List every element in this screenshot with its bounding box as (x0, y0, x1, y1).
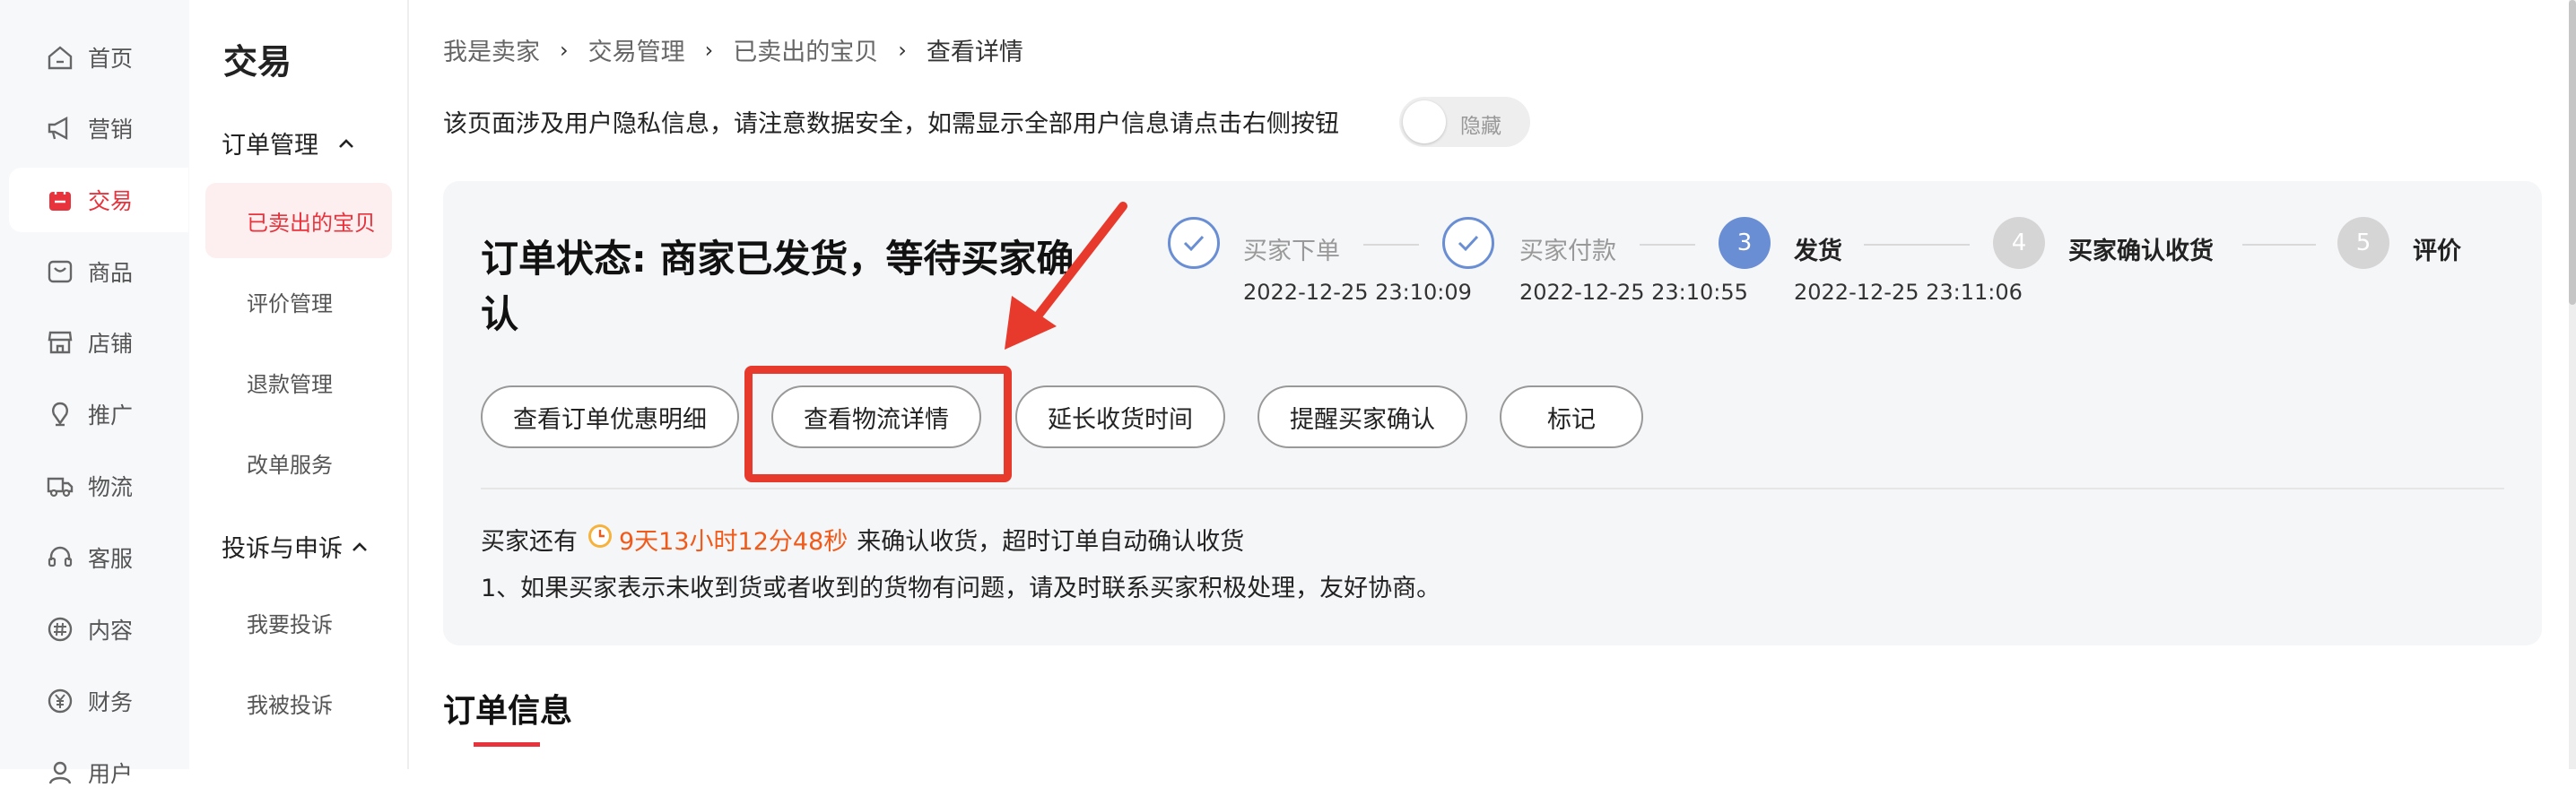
breadcrumb-item[interactable]: 已卖出的宝贝 (733, 32, 878, 67)
sub-item-reviews[interactable]: 评价管理 (205, 264, 392, 339)
step-connector (2242, 244, 2316, 246)
card-divider (481, 488, 2504, 489)
nav-item-finance[interactable]: 财务 (9, 669, 188, 733)
group-label: 投诉与申诉 (222, 535, 343, 563)
step-1-label: 买家下单 (1243, 238, 1340, 265)
nav-label: 用户 (88, 761, 134, 787)
step-1-time: 2022-12-25 23:10:09 (1243, 280, 1472, 305)
mark-button[interactable]: 标记 (1500, 385, 1643, 448)
main-sidebar: 首页 营销 交易 商品 店铺 推广 物流 客服 内容 财务 用户 (0, 0, 189, 787)
breadcrumb: 我是卖家 › 交易管理 › 已卖出的宝贝 › 查看详情 (443, 32, 1023, 67)
countdown-suffix: 来确认收货，超时订单自动确认收货 (857, 528, 1245, 556)
sub-item-received-complaint[interactable]: 我被投诉 (205, 665, 392, 740)
extend-receipt-time-button[interactable]: 延长收货时间 (1015, 385, 1225, 448)
sub-item-order-change[interactable]: 改单服务 (205, 425, 392, 500)
nav-label: 交易 (88, 188, 134, 214)
sub-item-file-complaint[interactable]: 我要投诉 (205, 584, 392, 660)
step-2-check-icon (1442, 217, 1494, 269)
countdown-time: 9天13小时12分48秒 (619, 528, 849, 556)
nav-item-service[interactable]: 客服 (9, 525, 188, 590)
nav-item-content[interactable]: 内容 (9, 597, 188, 662)
nav-item-user[interactable]: 用户 (9, 740, 188, 805)
step-2-label: 买家付款 (1519, 238, 1616, 265)
confirm-countdown: 买家还有 9天13小时12分48秒 来确认收货，超时订单自动确认收货 (481, 522, 1244, 557)
step-connector (1640, 244, 1695, 246)
breadcrumb-item[interactable]: 我是卖家 (443, 32, 540, 67)
nav-item-logistics[interactable]: 物流 (9, 454, 188, 518)
nav-label: 首页 (88, 46, 134, 72)
nav-label: 物流 (88, 474, 134, 500)
countdown-prefix: 买家还有 (481, 528, 578, 556)
nav-label: 客服 (88, 546, 134, 572)
section-underline (474, 742, 540, 747)
nav-label: 营销 (88, 117, 134, 143)
chevron-up-icon (352, 535, 368, 558)
step-3-label: 发货 (1794, 238, 1842, 265)
chevron-right-icon: › (560, 37, 569, 63)
sub-sidebar-title: 交易 (223, 42, 292, 82)
user-icon (45, 757, 75, 788)
nav-item-marketing[interactable]: 营销 (9, 96, 188, 160)
step-5-number: 5 (2337, 217, 2389, 269)
remind-buyer-button[interactable]: 提醒买家确认 (1258, 385, 1467, 448)
home-icon (45, 42, 75, 73)
highlight-box (744, 366, 1012, 482)
trade-icon (45, 185, 75, 215)
group-order-management[interactable]: 订单管理 (222, 126, 354, 160)
sub-item-sold-items[interactable]: 已卖出的宝贝 (205, 183, 392, 258)
step-1-check-icon (1168, 217, 1220, 269)
group-complaints[interactable]: 投诉与申诉 (222, 529, 368, 564)
chevron-right-icon: › (704, 37, 714, 63)
seller-tip: 1、如果买家表示未收到货或者收到的货物有问题，请及时联系买家积极处理，友好协商。 (481, 575, 1441, 602)
annotation-arrow-icon (1005, 202, 1127, 350)
step-5-label: 评价 (2413, 238, 2461, 265)
order-info-title: 订单信息 (443, 693, 573, 730)
nav-label: 店铺 (88, 331, 134, 357)
truck-icon (45, 471, 75, 501)
step-4-number: 4 (1993, 217, 2045, 269)
nav-label: 推广 (88, 402, 134, 428)
scrollbar-thumb[interactable] (2569, 0, 2576, 305)
nav-item-store[interactable]: 店铺 (9, 310, 188, 375)
nav-item-trade[interactable]: 交易 (9, 168, 188, 232)
breadcrumb-current: 查看详情 (926, 39, 1023, 66)
hash-icon (45, 614, 75, 645)
chevron-right-icon: › (898, 37, 907, 63)
headset-icon (45, 542, 75, 573)
toggle-knob (1403, 100, 1446, 143)
nav-item-goods[interactable]: 商品 (9, 239, 188, 304)
clock-icon (587, 523, 614, 556)
step-2-time: 2022-12-25 23:10:55 (1519, 280, 1748, 305)
breadcrumb-item[interactable]: 交易管理 (588, 32, 685, 67)
nav-label: 商品 (88, 260, 134, 286)
nav-label: 财务 (88, 689, 134, 715)
yuan-icon (45, 686, 75, 716)
store-icon (45, 327, 75, 358)
sub-item-refunds[interactable]: 退款管理 (205, 344, 392, 420)
step-3-number: 3 (1719, 217, 1771, 269)
step-connector (1864, 244, 1970, 246)
privacy-notice: 该页面涉及用户隐私信息，请注意数据安全，如需显示全部用户信息请点击右侧按钮 (443, 110, 1339, 138)
megaphone-icon (45, 113, 75, 143)
nav-item-promote[interactable]: 推广 (9, 382, 188, 446)
step-4-label: 买家确认收货 (2068, 238, 2214, 265)
step-3-time: 2022-12-25 23:11:06 (1794, 280, 2023, 305)
sub-sidebar: 交易 订单管理 已卖出的宝贝 评价管理 退款管理 改单服务 投诉与申诉 我要投诉… (189, 0, 409, 769)
goods-icon (45, 256, 75, 287)
group-label: 订单管理 (222, 132, 318, 160)
nav-item-home[interactable]: 首页 (9, 25, 188, 90)
chevron-up-icon (338, 132, 354, 154)
privacy-toggle[interactable]: 隐藏 (1399, 97, 1530, 147)
promote-icon (45, 399, 75, 429)
nav-label: 内容 (88, 618, 134, 644)
step-connector (1363, 244, 1419, 246)
toggle-label: 隐藏 (1460, 115, 1501, 138)
view-discount-details-button[interactable]: 查看订单优惠明细 (481, 385, 739, 448)
